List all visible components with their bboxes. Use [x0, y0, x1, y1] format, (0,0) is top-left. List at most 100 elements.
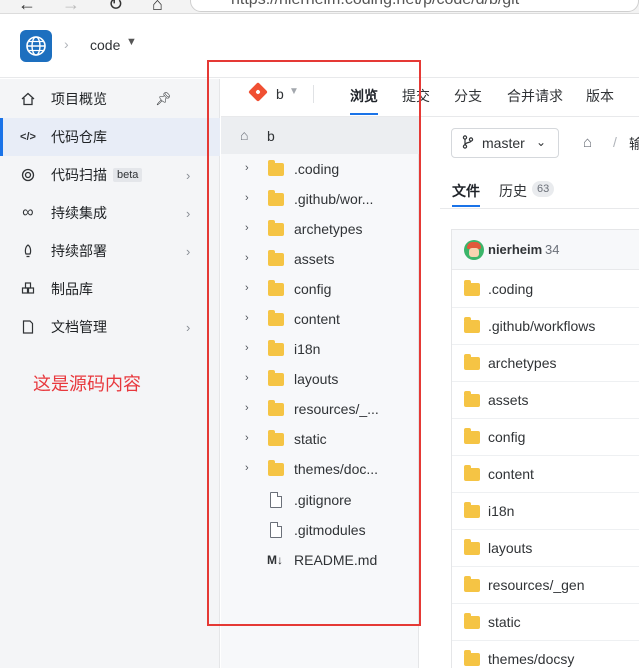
- address-bar[interactable]: https://nierheim.coding.net/p/code/d/b/g…: [190, 0, 639, 12]
- chevron-right-icon[interactable]: ›: [245, 462, 249, 474]
- forward-icon[interactable]: →: [62, 0, 80, 13]
- home-icon[interactable]: ⌂: [583, 134, 592, 151]
- list-item[interactable]: layouts: [452, 530, 639, 567]
- sidebar-item-label: 持续部署: [51, 243, 107, 259]
- home-icon: ⌂: [240, 127, 249, 143]
- list-item[interactable]: .github/workflows: [452, 308, 639, 345]
- tree-folder-name: layouts: [294, 371, 339, 387]
- chevron-right-icon[interactable]: ›: [245, 162, 249, 174]
- tree-folder-name: .github/wor...: [294, 191, 374, 207]
- tree-folder[interactable]: › i18n: [221, 335, 419, 365]
- folder-icon: [268, 190, 284, 206]
- folder-icon: [268, 400, 284, 416]
- folder-name[interactable]: .github/workflows: [488, 318, 595, 334]
- folder-name[interactable]: static: [488, 614, 521, 630]
- chevron-right-icon[interactable]: ›: [245, 222, 249, 234]
- home-icon[interactable]: ⌂: [152, 0, 163, 13]
- list-item[interactable]: themes/docsy: [452, 641, 639, 668]
- tree-file[interactable]: .gitmodules: [221, 516, 419, 546]
- list-item[interactable]: .coding: [452, 271, 639, 308]
- tab-releases[interactable]: 版本: [586, 86, 614, 106]
- document-icon: [20, 319, 36, 335]
- folder-icon: [464, 502, 480, 518]
- sidebar-item-artifacts[interactable]: 制品库: [0, 270, 220, 308]
- tree-file[interactable]: .gitignore: [221, 486, 419, 516]
- chevron-right-icon[interactable]: ›: [245, 282, 249, 294]
- sidebar-item-docs[interactable]: 文档管理 ›: [0, 308, 220, 346]
- chevron-right-icon[interactable]: ›: [245, 342, 249, 354]
- folder-icon: [268, 220, 284, 236]
- chevron-right-icon[interactable]: ›: [245, 432, 249, 444]
- tree-folder-name: content: [294, 311, 340, 327]
- chevron-right-icon[interactable]: ›: [245, 402, 249, 414]
- avatar[interactable]: [464, 240, 484, 260]
- sidebar-item-overview[interactable]: 项目概览 📌︎: [0, 80, 220, 118]
- tree-folder-name: static: [294, 431, 327, 447]
- list-item[interactable]: config: [452, 419, 639, 456]
- tree-folder[interactable]: › archetypes: [221, 215, 419, 245]
- list-item[interactable]: static: [452, 604, 639, 641]
- tab-files[interactable]: 文件: [452, 181, 480, 201]
- tree-folder[interactable]: › .github/wor...: [221, 185, 419, 215]
- tree-folder-name: resources/_...: [294, 401, 379, 417]
- tree-folder[interactable]: › content: [221, 305, 419, 335]
- tab-commits[interactable]: 提交: [402, 86, 430, 106]
- folder-name[interactable]: archetypes: [488, 355, 556, 371]
- sidebar-item-cd[interactable]: 持续部署 ›: [0, 232, 220, 270]
- sidebar-item-label: 代码扫描: [51, 167, 107, 183]
- folder-name[interactable]: layouts: [488, 540, 532, 556]
- breadcrumb-item[interactable]: 输: [629, 134, 639, 154]
- sidebar-item-code-repo[interactable]: </> 代码仓库: [0, 118, 220, 156]
- repo-selector[interactable]: b: [276, 86, 284, 102]
- tree-folder[interactable]: › static: [221, 425, 419, 455]
- folder-icon: [268, 430, 284, 446]
- folder-icon: [268, 460, 284, 476]
- commit-author[interactable]: nierheim: [488, 242, 542, 257]
- chevron-right-icon[interactable]: ›: [245, 372, 249, 384]
- tree-root[interactable]: ⌂ b: [221, 117, 419, 154]
- globe-icon[interactable]: [20, 30, 52, 62]
- tree-folder[interactable]: › layouts: [221, 365, 419, 395]
- folder-name[interactable]: resources/_gen: [488, 577, 585, 593]
- caret-down-icon[interactable]: ▼: [126, 36, 137, 48]
- tab-merge-requests[interactable]: 合并请求: [507, 86, 563, 106]
- folder-name[interactable]: config: [488, 429, 525, 445]
- list-item[interactable]: i18n: [452, 493, 639, 530]
- active-tab-indicator: [350, 113, 378, 115]
- project-selector[interactable]: code: [90, 37, 120, 53]
- tab-browse[interactable]: 浏览: [350, 86, 378, 106]
- markdown-icon: M↓: [267, 553, 283, 567]
- folder-name[interactable]: i18n: [488, 503, 514, 519]
- pin-icon[interactable]: 📌︎: [155, 91, 172, 107]
- tree-folder[interactable]: › .coding: [221, 155, 419, 185]
- git-icon: [248, 82, 268, 102]
- sidebar-item-ci[interactable]: ∞ 持续集成 ›: [0, 194, 220, 232]
- sidebar-item-code-scan[interactable]: 代码扫描 beta ›: [0, 156, 220, 194]
- chevron-right-icon[interactable]: ›: [245, 252, 249, 264]
- sidebar-item-label: 持续集成: [51, 205, 107, 221]
- folder-name[interactable]: .coding: [488, 281, 533, 297]
- folder-icon: [464, 354, 480, 370]
- chevron-right-icon[interactable]: ›: [245, 192, 249, 204]
- tree-folder[interactable]: › assets: [221, 245, 419, 275]
- tree-folder[interactable]: › config: [221, 275, 419, 305]
- list-item[interactable]: assets: [452, 382, 639, 419]
- chevron-right-icon[interactable]: ›: [245, 312, 249, 324]
- caret-down-icon[interactable]: ▼: [289, 86, 299, 97]
- list-item[interactable]: resources/_gen: [452, 567, 639, 604]
- list-item[interactable]: archetypes: [452, 345, 639, 382]
- folder-name[interactable]: content: [488, 466, 534, 482]
- infinity-icon: ∞: [22, 204, 34, 221]
- tab-history[interactable]: 历史: [499, 181, 527, 201]
- tree-file[interactable]: M↓ README.md: [221, 546, 419, 576]
- branch-selector[interactable]: master ⌄: [451, 128, 559, 158]
- folder-icon: [268, 160, 284, 176]
- refresh-icon[interactable]: ↻: [108, 0, 123, 13]
- tree-folder[interactable]: › themes/doc...: [221, 455, 419, 485]
- folder-name[interactable]: themes/docsy: [488, 651, 574, 667]
- tab-branches[interactable]: 分支: [454, 86, 482, 106]
- list-item[interactable]: content: [452, 456, 639, 493]
- back-icon[interactable]: ←: [18, 0, 36, 13]
- tree-folder[interactable]: › resources/_...: [221, 395, 419, 425]
- folder-name[interactable]: assets: [488, 392, 528, 408]
